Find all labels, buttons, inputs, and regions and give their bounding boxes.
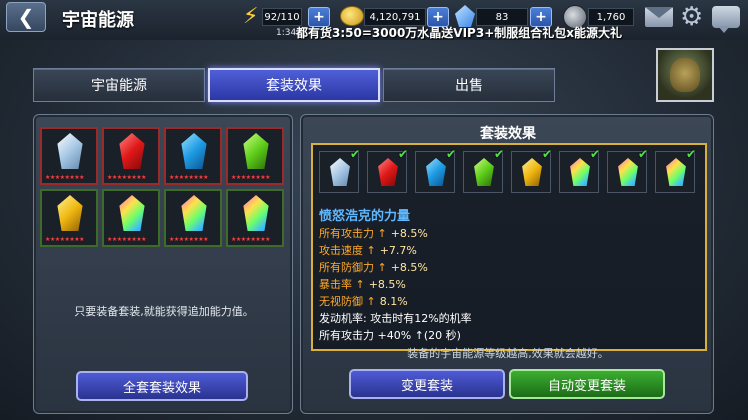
green-gem-icon	[474, 158, 494, 186]
gem-slot[interactable]: ★★★★★★★★	[102, 189, 160, 247]
set-effect-title: 套装效果	[480, 126, 536, 142]
gem-slot[interactable]: ★★★★★★★★	[226, 189, 284, 247]
gem-slot[interactable]: ★★★★★★★★	[164, 127, 222, 185]
checkmark-icon: ✔	[349, 147, 360, 161]
set-hint-text: 只要装备套装,就能获得追加能力值。	[74, 305, 254, 318]
red-gem-icon	[119, 133, 145, 169]
star-rating: ★★★★★★★★	[169, 236, 209, 243]
checkmark-icon: ✔	[637, 147, 648, 161]
checkmark-icon: ✔	[685, 147, 696, 161]
hero-portrait[interactable]	[656, 48, 714, 102]
announcement-ticker: 都有货3:50=3000万水晶送VIP3+制服组合礼包x能源大礼	[296, 26, 622, 40]
stat-line: 攻击速度 ↑ +7.7%	[319, 242, 417, 258]
rainbow-gem-icon	[570, 158, 590, 186]
back-button[interactable]: ❮	[6, 2, 46, 32]
stat-label: 暴击率 ↑	[319, 278, 365, 291]
rainbow-gem-icon	[618, 158, 638, 186]
checkmark-icon: ✔	[493, 147, 504, 161]
rainbow-gem-icon	[666, 158, 686, 186]
mail-icon[interactable]	[645, 7, 673, 27]
star-rating: ★★★★★★★★	[45, 174, 85, 181]
stat-line: 暴击率 ↑ +8.5%	[319, 276, 406, 292]
gem-slot[interactable]: ★★★★★★★★	[102, 127, 160, 185]
set-effect-panel: 套装效果 ✔ ✔ ✔ ✔ ✔ ✔ ✔ ✔ 愤怒浩克的力量 所有攻击力 ↑ +8.5% 攻击速度 ↑…	[300, 114, 714, 414]
proc-effect-line: 所有攻击力 +40% ↑(20 秒)	[319, 329, 461, 342]
white-gem-icon	[57, 133, 83, 169]
stat-value: 8.1%	[379, 295, 408, 308]
gold-coin-icon	[340, 6, 364, 26]
stat-value: +8.5%	[368, 278, 406, 291]
change-set-button[interactable]: 变更套装	[349, 369, 505, 399]
star-rating: ★★★★★★★★	[107, 174, 147, 181]
auto-change-set-button[interactable]: 自动变更套装	[509, 369, 665, 399]
tab-sell[interactable]: 出售	[383, 68, 555, 102]
rainbow-gem-icon	[119, 195, 145, 231]
gear-icon[interactable]: ⚙	[680, 3, 703, 31]
blue-gem-icon	[426, 158, 446, 186]
stat-value: +8.5%	[390, 227, 428, 240]
checkmark-icon: ✔	[589, 147, 600, 161]
star-rating: ★★★★★★★★	[231, 174, 271, 181]
proc-effect-line: 发动机率: 攻击时有12%的机率	[319, 312, 472, 325]
stat-label: 攻击速度 ↑	[319, 244, 376, 257]
energy-timer: 1:34	[276, 28, 297, 38]
green-gem-icon	[243, 133, 269, 169]
blue-gem-icon	[181, 133, 207, 169]
set-gem-slot: ✔	[607, 147, 648, 193]
set-gem-slot: ✔	[655, 147, 696, 193]
set-gem-slot: ✔	[319, 147, 360, 193]
stat-label: 无视防御 ↑	[319, 295, 376, 308]
set-effect-box: ✔ ✔ ✔ ✔ ✔ ✔ ✔ ✔ 愤怒浩克的力量 所有攻击力 ↑ +8.5% 攻击速度 ↑ +7.7%…	[311, 143, 707, 351]
stat-label: 所有防御力 ↑	[319, 261, 387, 274]
set-gem-slot: ✔	[463, 147, 504, 193]
stat-line: 所有防御力 ↑ +8.5%	[319, 259, 428, 275]
stat-line: 所有攻击力 ↑ +8.5%	[319, 225, 428, 241]
set-gem-slot: ✔	[559, 147, 600, 193]
gem-slot[interactable]: ★★★★★★★★	[226, 127, 284, 185]
star-rating: ★★★★★★★★	[107, 236, 147, 243]
stat-line: 无视防御 ↑ 8.1%	[319, 293, 408, 309]
full-set-effect-button[interactable]: 全套套装效果	[76, 371, 248, 401]
set-gem-slot: ✔	[415, 147, 456, 193]
yellow-gem-icon	[522, 158, 542, 186]
lightning-icon: ⚡	[243, 4, 259, 29]
rainbow-gem-icon	[243, 195, 269, 231]
equipped-gems-panel: ★★★★★★★★ ★★★★★★★★ ★★★★★★★★ ★★★★★★★★ ★★★★★★★★…	[33, 114, 293, 414]
stat-label: 所有攻击力 ↑	[319, 227, 387, 240]
yellow-gem-icon	[57, 195, 83, 231]
gem-slot[interactable]: ★★★★★★★★	[164, 189, 222, 247]
tab-cosmic-energy[interactable]: 宇宙能源	[33, 68, 205, 102]
tab-set-effect[interactable]: 套装效果	[208, 68, 380, 102]
star-rating: ★★★★★★★★	[45, 236, 85, 243]
gem-slot[interactable]: ★★★★★★★★	[40, 189, 98, 247]
hero-face-image	[670, 58, 700, 92]
set-name: 愤怒浩克的力量	[319, 209, 411, 224]
page-title: 宇宙能源	[62, 10, 134, 31]
stat-value: +7.7%	[379, 244, 417, 257]
rainbow-gem-icon	[181, 195, 207, 231]
back-arrow-icon: ❮	[17, 5, 35, 29]
star-rating: ★★★★★★★★	[231, 236, 271, 243]
checkmark-icon: ✔	[397, 147, 408, 161]
gem-slot[interactable]: ★★★★★★★★	[40, 127, 98, 185]
white-gem-icon	[330, 158, 350, 186]
stat-value: +8.5%	[390, 261, 428, 274]
top-bar: ❮ 宇宙能源 ⚡ 92/110 1:34 + 4,120,791 + 83 + …	[0, 0, 748, 40]
set-gem-slot: ✔	[511, 147, 552, 193]
red-gem-icon	[378, 158, 398, 186]
checkmark-icon: ✔	[445, 147, 456, 161]
checkmark-icon: ✔	[541, 147, 552, 161]
set-gem-slot: ✔	[367, 147, 408, 193]
star-rating: ★★★★★★★★	[169, 174, 209, 181]
upgrade-hint-text: 装备的宇宙能源等级越高,效果就会越好。	[407, 347, 609, 360]
chat-icon[interactable]	[712, 6, 740, 33]
